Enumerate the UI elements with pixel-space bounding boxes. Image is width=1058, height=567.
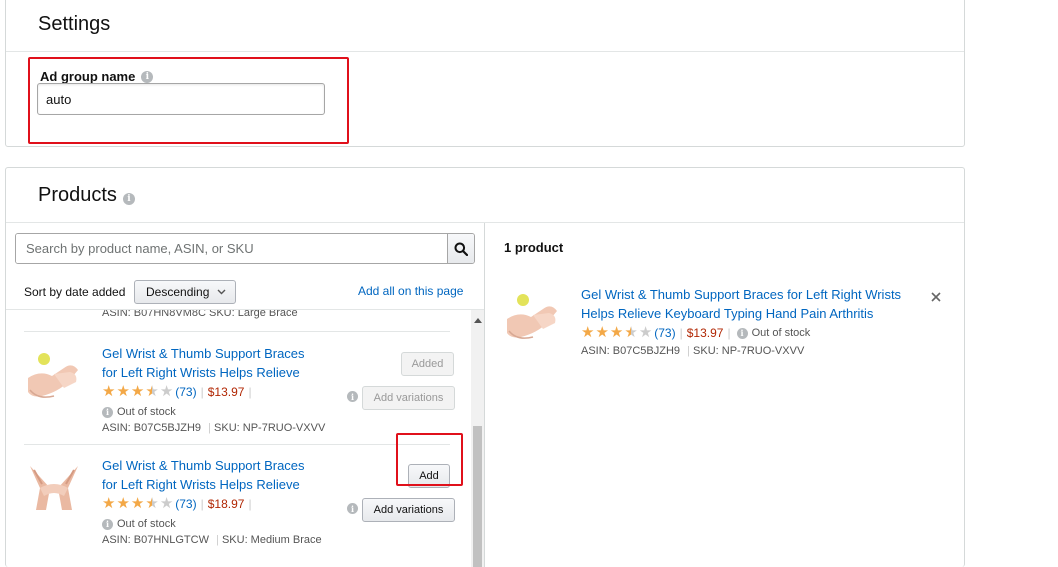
products-title: Products (38, 184, 117, 206)
product-title-link[interactable]: Gel Wrist & Thumb Support Braces for Lef… (102, 344, 322, 382)
settings-title: Settings (38, 13, 111, 35)
separator: | (200, 385, 204, 399)
product-sku: SKU: NP-7RUO-VXVV (693, 345, 805, 357)
star-icon: ★ (130, 495, 145, 512)
stock-text: Out of stock (117, 406, 176, 418)
product-title-link[interactable]: Gel Wrist & Thumb Support Braces for Lef… (581, 285, 921, 323)
partial-row-ids: ASIN: B07HN8VM8C SKU: Large Brace (102, 310, 298, 319)
info-icon[interactable]: i (347, 391, 358, 402)
rating-count-link[interactable]: (73) (175, 385, 196, 399)
highlight-box (396, 433, 463, 486)
separator: | (679, 326, 683, 340)
product-ids: ASIN: B07C5BJZH9 | SKU: NP-7RUO-VXVV (581, 345, 804, 357)
star-icon: ★ (595, 324, 609, 341)
product-ids: ASIN: B07C5BJZH9 | SKU: NP-7RUO-VXVV (102, 422, 325, 434)
settings-panel: Settings Ad group name i (5, 0, 965, 147)
star-icon: ★ (624, 324, 638, 341)
star-icon: ★ (145, 383, 159, 400)
star-icon: ★ (116, 495, 130, 512)
separator: | (200, 497, 204, 511)
add-variations-button[interactable]: Add variations (362, 498, 455, 522)
chevron-down-icon (217, 289, 226, 295)
close-icon (931, 292, 941, 302)
product-ids: ASIN: B07HNLGTCW | SKU: Medium Brace (102, 534, 322, 546)
selected-product-item: Gel Wrist & Thumb Support Braces for Lef… (501, 285, 951, 365)
product-price: $18.97 (207, 497, 245, 511)
star-icon: ★ (102, 495, 116, 512)
stock-text: Out of stock (117, 518, 176, 530)
rating-count-link[interactable]: (73) (175, 497, 196, 511)
product-asin: ASIN: B07C5BJZH9 (102, 422, 202, 434)
separator: | (687, 345, 690, 357)
row-divider (24, 444, 450, 445)
product-asin: ASIN: B07C5BJZH9 (581, 345, 681, 357)
add-all-link[interactable]: Add all on this page (358, 284, 463, 298)
separator: | (208, 422, 211, 434)
star-icon: ★ (609, 324, 624, 341)
star-rating: ★ ★ ★ ★ ★ (102, 383, 174, 400)
star-icon: ★ (102, 383, 116, 400)
rating-count-link[interactable]: (73) (654, 326, 675, 340)
search-button[interactable] (447, 234, 474, 263)
star-icon: ★ (159, 383, 174, 400)
product-sku: SKU: NP-7RUO-VXVV (214, 422, 326, 434)
add-variations-button: Add variations (362, 386, 455, 410)
ad-group-name-label-text: Ad group name (40, 69, 136, 84)
separator: | (248, 385, 252, 399)
selected-count: 1 product (504, 240, 564, 255)
sort-label: Sort by date added (24, 285, 126, 299)
remove-product-button[interactable] (931, 289, 941, 307)
stock-status: i Out of stock (102, 518, 176, 530)
separator: | (727, 326, 731, 340)
star-icon: ★ (638, 324, 653, 341)
star-icon: ★ (145, 495, 159, 512)
sort-order-value: Descending (146, 285, 210, 299)
scrollbar-thumb[interactable] (473, 426, 482, 567)
separator: | (216, 534, 219, 546)
star-icon: ★ (159, 495, 174, 512)
product-rating: ★ ★ ★ ★ ★ (73) | $13.97 | i Out of stock (581, 324, 811, 341)
row-divider (24, 331, 450, 332)
products-panel: Products i Sort by date added Descending… (5, 167, 965, 567)
product-price: $13.97 (207, 385, 245, 399)
products-title-row: Products i (38, 184, 135, 207)
product-price: $13.97 (686, 326, 724, 340)
separator: | (248, 497, 252, 511)
info-icon: i (102, 518, 113, 530)
star-icon: ★ (116, 383, 130, 400)
star-rating: ★ ★ ★ ★ ★ (102, 495, 174, 512)
product-asin: ASIN: B07HNLGTCW (102, 534, 209, 546)
stock-text: Out of stock (751, 327, 811, 339)
info-icon[interactable]: i (347, 503, 358, 514)
product-thumbnail (503, 289, 563, 345)
search-icon (454, 242, 468, 256)
star-rating: ★ ★ ★ ★ ★ (581, 324, 653, 341)
info-icon: i (736, 327, 748, 339)
divider (6, 51, 964, 52)
product-sku: SKU: Medium Brace (221, 534, 322, 546)
product-rating: ★ ★ ★ ★ ★ (73) | $18.97 | (102, 495, 252, 512)
star-icon: ★ (581, 324, 595, 341)
added-button: Added (401, 352, 454, 376)
product-rating: ★ ★ ★ ★ ★ (73) | $13.97 | (102, 383, 252, 400)
product-search (15, 233, 475, 264)
stock-status: i Out of stock (102, 406, 176, 418)
product-title-link[interactable]: Gel Wrist & Thumb Support Braces for Lef… (102, 456, 322, 494)
product-thumbnail (24, 460, 84, 516)
info-icon[interactable]: i (141, 70, 154, 83)
star-icon: ★ (130, 383, 145, 400)
ad-group-name-input[interactable] (37, 83, 325, 115)
sort-order-dropdown[interactable]: Descending (134, 280, 236, 304)
scrollbar[interactable] (471, 310, 484, 567)
info-icon: i (102, 406, 113, 418)
scroll-up-arrow[interactable] (474, 318, 482, 323)
product-thumbnail (24, 348, 84, 404)
product-search-input[interactable] (16, 234, 447, 263)
info-icon[interactable]: i (122, 192, 135, 205)
ad-group-name-label: Ad group name i (40, 69, 154, 84)
selected-products-column: 1 product Gel Wrist & Thumb Support Brac… (485, 223, 965, 567)
